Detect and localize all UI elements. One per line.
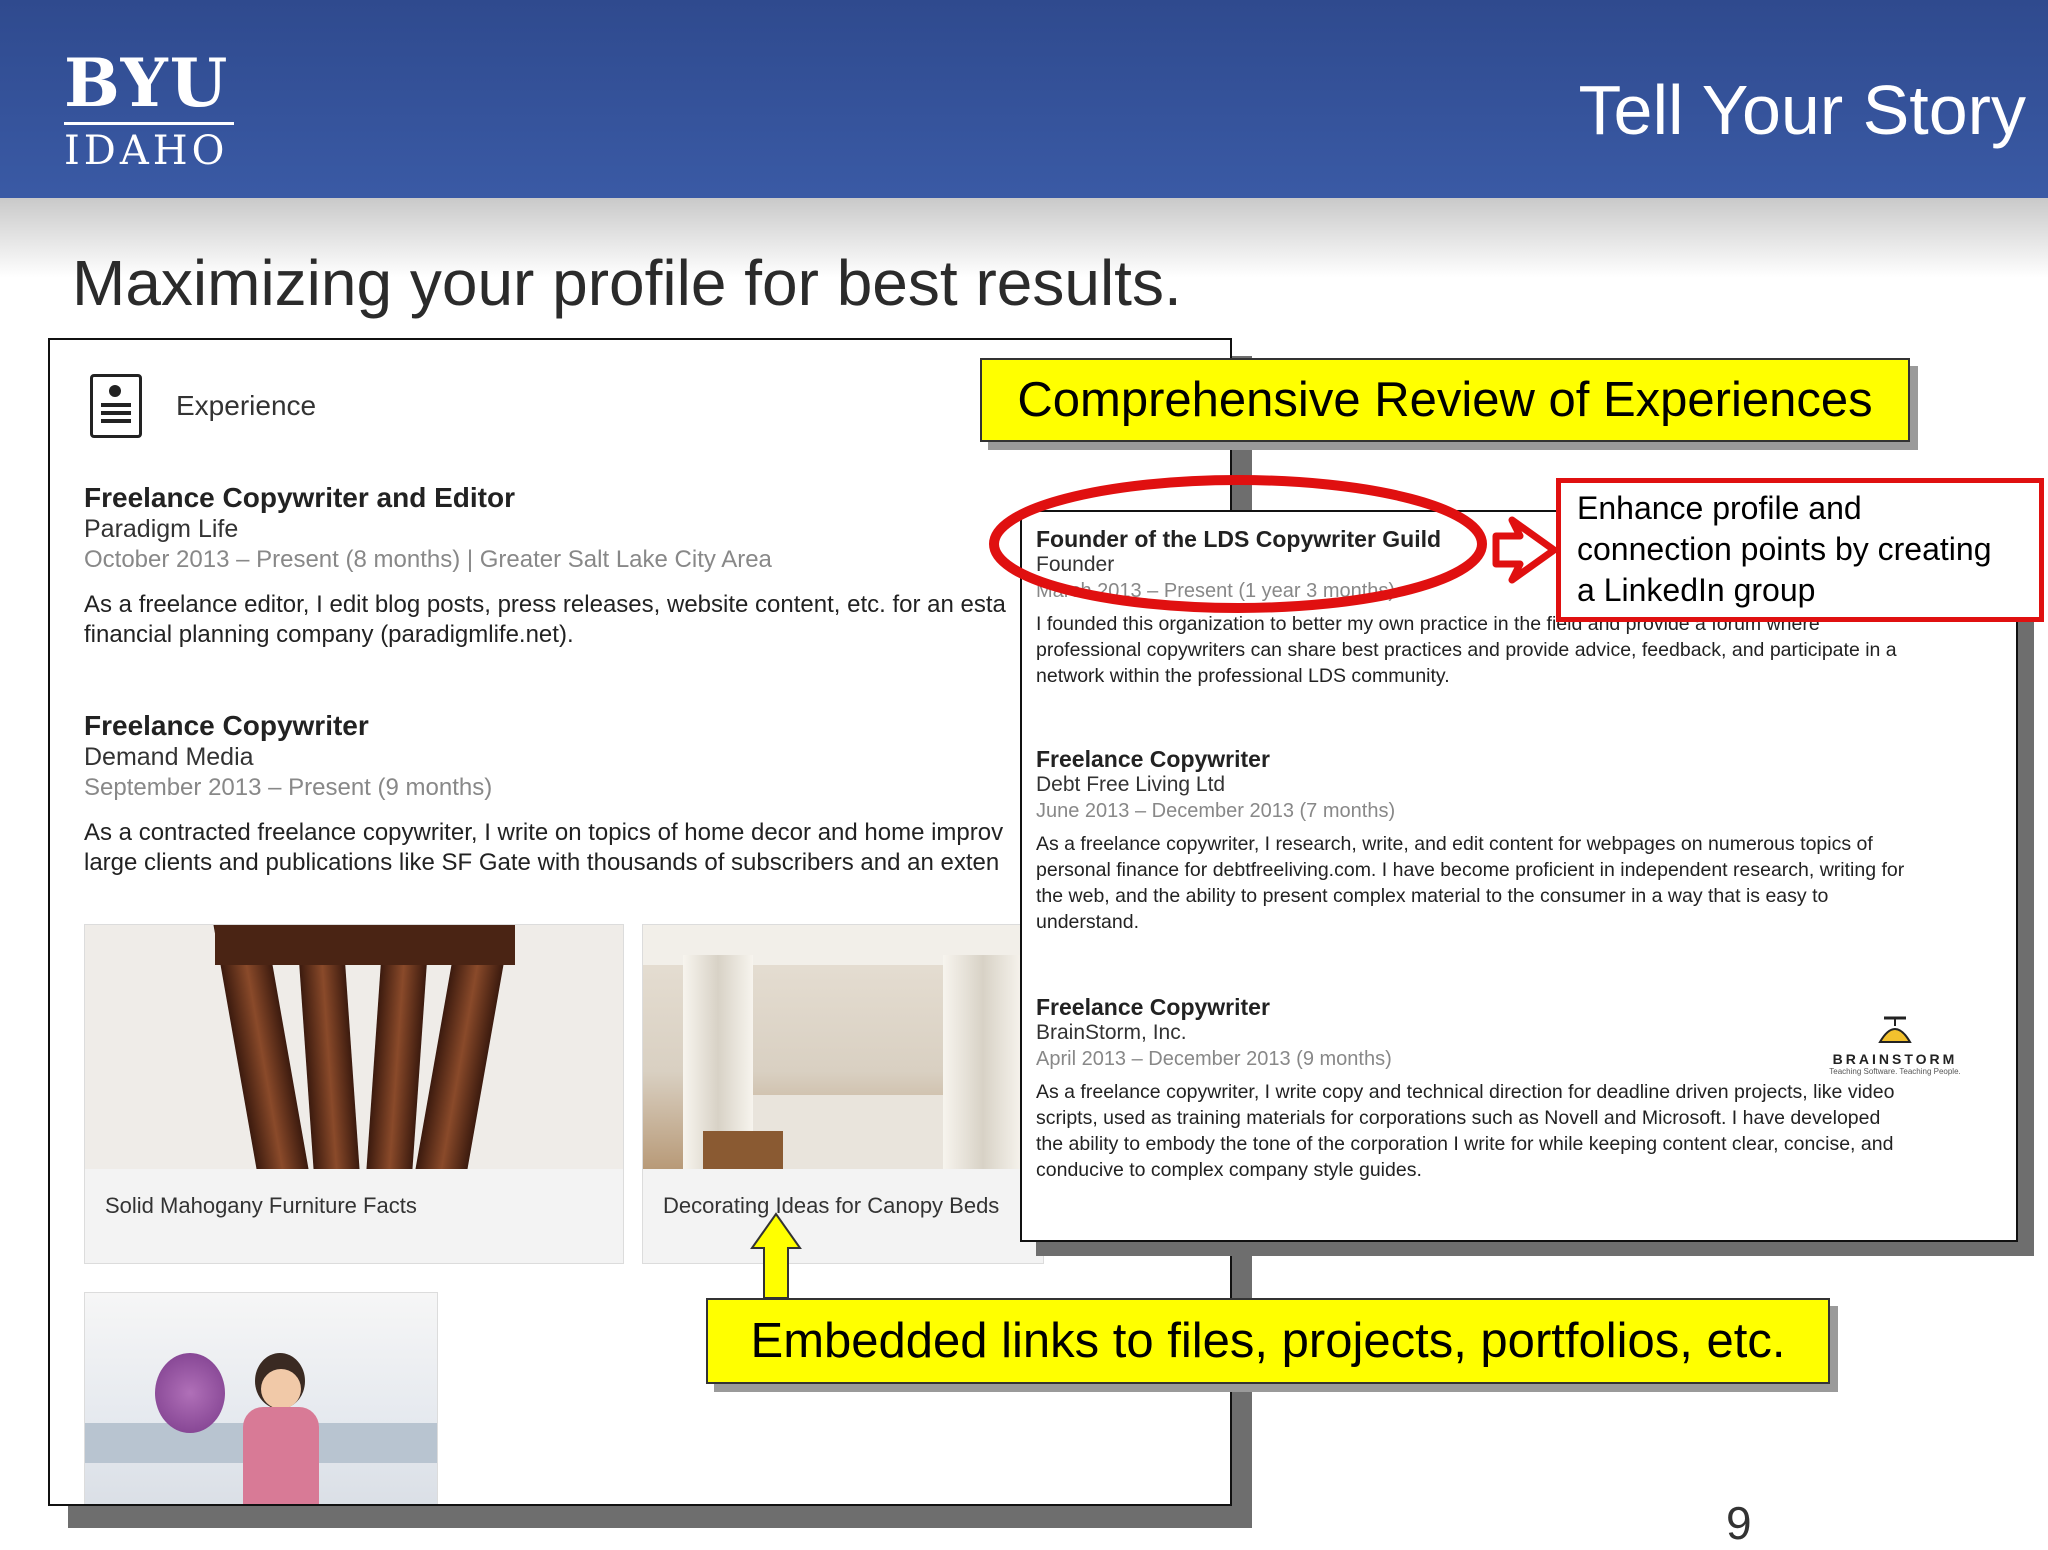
callout-embedded-links: Embedded links to files, projects, portf… bbox=[706, 1298, 1830, 1384]
callout-linkedin-group: Enhance profile and connection points by… bbox=[1556, 478, 2044, 622]
page-number: 9 bbox=[1726, 1497, 1752, 1549]
callout-comprehensive-review: Comprehensive Review of Experiences bbox=[980, 358, 1910, 442]
red-arrow-icon bbox=[1492, 516, 1558, 584]
yellow-arrow-icon bbox=[750, 1212, 802, 1299]
highlight-ellipse bbox=[989, 475, 1487, 613]
